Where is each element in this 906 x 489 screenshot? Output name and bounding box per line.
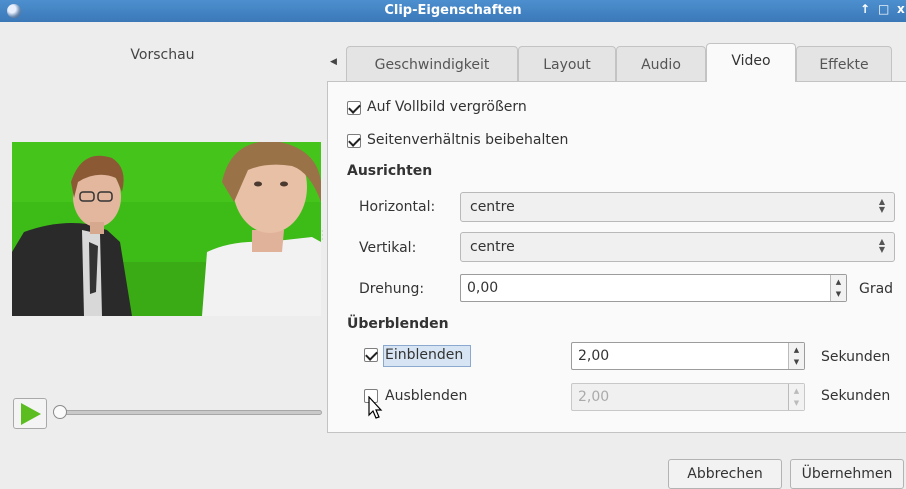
mouse-cursor-icon [368,396,383,419]
fade-heading: Überblenden [347,316,449,332]
spin-arrows-icon[interactable]: ▲ ▼ [830,275,846,301]
spin-arrows-icon[interactable]: ▲ ▼ [788,343,804,369]
spin-arrows-icon: ▲ ▼ [788,384,804,410]
fullscreen-checkbox[interactable] [347,101,361,115]
close-icon[interactable]: x [897,2,905,16]
tab-audio[interactable]: Audio [616,46,706,81]
splitter-grip[interactable]: · · · [321,228,324,244]
vertical-label: Vertikal: [359,240,417,256]
play-icon [21,403,41,425]
fade-out-value: 2,00 [578,389,610,405]
maximize-icon[interactable]: □ [878,2,889,16]
fade-out-spinbox: 2,00 ▲ ▼ [571,383,805,411]
rotation-spinbox[interactable]: 0,00 ▲ ▼ [460,274,847,302]
seek-slider[interactable] [54,410,322,415]
combo-arrows-icon: ▲ ▼ [878,237,885,254]
horizontal-label: Horizontal: [359,199,436,215]
pin-icon[interactable]: ↑ [860,2,870,16]
title-bar: Clip-Eigenschaften ↑ □ x [0,0,906,22]
fade-out-unit: Sekunden [821,388,891,404]
fade-in-label[interactable]: Einblenden [385,347,463,363]
fullscreen-label[interactable]: Auf Vollbild vergrößern [367,99,527,115]
fade-out-label[interactable]: Ausblenden [385,388,467,404]
seek-slider-handle[interactable] [53,405,67,419]
apply-button[interactable]: Übernehmen [790,459,904,489]
window-title: Clip-Eigenschaften [384,3,522,18]
tab-scroll-left-icon[interactable]: ◀ [330,57,337,67]
vertical-select[interactable]: centre ▲ ▼ [460,232,895,262]
play-button[interactable] [13,398,47,429]
aspect-ratio-checkbox[interactable] [347,134,361,148]
tab-geschwindigkeit[interactable]: Geschwindigkeit [346,46,518,81]
horizontal-value: centre [470,199,515,215]
fade-in-spinbox[interactable]: 2,00 ▲ ▼ [571,342,805,370]
aspect-ratio-label[interactable]: Seitenverhältnis beibehalten [367,132,568,148]
fade-in-checkbox[interactable] [364,348,378,362]
preview-label: Vorschau [130,47,195,63]
vertical-value: centre [470,239,515,255]
tab-video[interactable]: Video [706,43,796,82]
tab-effekte[interactable]: Effekte [796,46,892,81]
combo-arrows-icon: ▲ ▼ [878,197,885,214]
tab-layout[interactable]: Layout [518,46,616,81]
align-heading: Ausrichten [347,163,433,179]
rotation-value: 0,00 [467,280,499,296]
horizontal-select[interactable]: centre ▲ ▼ [460,192,895,222]
video-preview [12,142,321,316]
fade-in-unit: Sekunden [821,349,891,365]
fade-in-value: 2,00 [578,348,610,364]
cancel-button[interactable]: Abbrechen [668,459,782,489]
rotation-unit: Grad [859,281,894,297]
rotation-label: Drehung: [359,281,425,297]
